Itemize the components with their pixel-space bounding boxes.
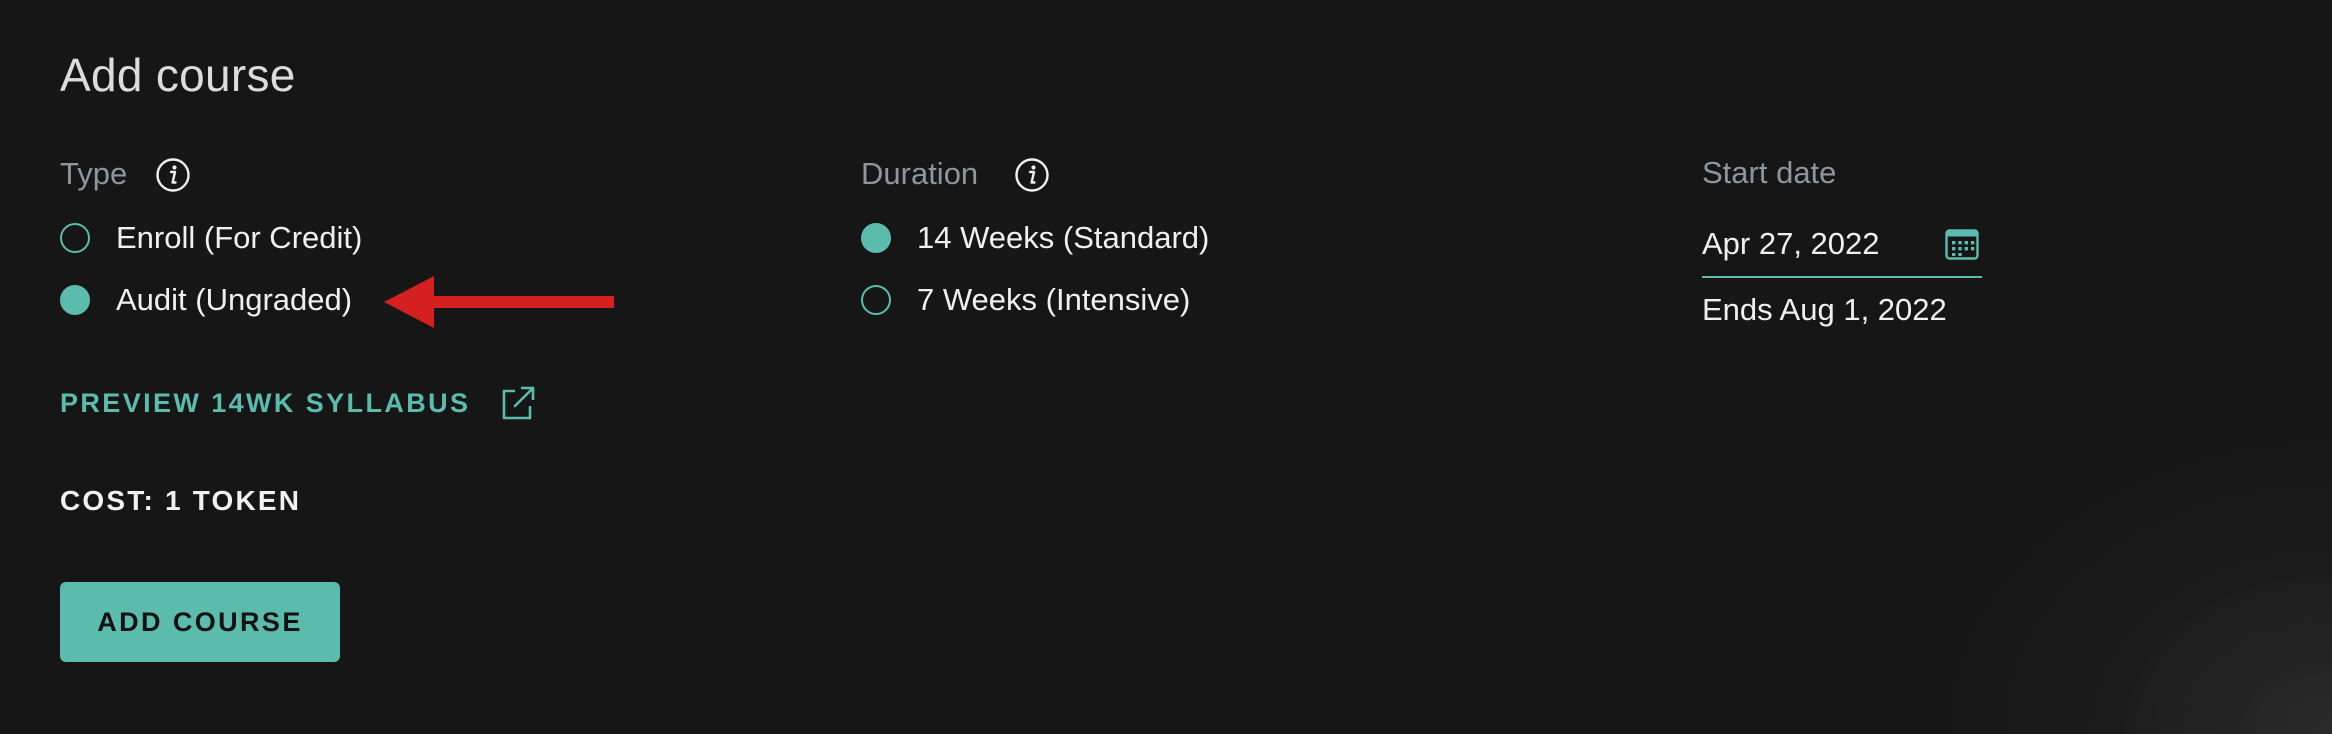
start-date-label: Start date — [1702, 155, 1837, 190]
type-label: Type — [60, 156, 128, 191]
add-course-panel: Add course Type Enroll (For Credit) Audi… — [0, 0, 2332, 734]
radio-enroll[interactable]: Enroll (For Credit) — [60, 220, 362, 256]
add-course-button[interactable]: ADD COURSE — [60, 582, 340, 662]
cost-text: COST: 1 TOKEN — [60, 485, 302, 516]
radio-7-weeks-label: 7 Weeks (Intensive) — [917, 282, 1191, 317]
info-icon[interactable] — [1014, 157, 1050, 193]
calendar-icon[interactable] — [1944, 226, 1980, 262]
radio-audit[interactable]: Audit (Ungraded) — [60, 282, 352, 318]
radio-enroll-circle[interactable] — [60, 223, 90, 253]
preview-syllabus-link[interactable]: PREVIEW 14WK SYLLABUS — [60, 385, 536, 421]
info-icon[interactable] — [155, 157, 191, 193]
preview-syllabus-label[interactable]: PREVIEW 14WK SYLLABUS — [60, 388, 470, 419]
annotation-arrow — [384, 276, 614, 328]
duration-label: Duration — [861, 156, 979, 191]
radio-7-weeks-circle[interactable] — [861, 285, 891, 315]
radio-enroll-label: Enroll (For Credit) — [116, 220, 363, 255]
radio-7-weeks[interactable]: 7 Weeks (Intensive) — [861, 282, 1190, 318]
external-link-icon[interactable] — [500, 385, 536, 421]
page-title: Add course — [60, 49, 296, 101]
end-date-text: Ends Aug 1, 2022 — [1702, 292, 1947, 327]
corner-shade — [1912, 414, 2332, 734]
radio-audit-label: Audit (Ungraded) — [116, 282, 353, 317]
start-date-input[interactable]: Apr 27, 2022 — [1702, 216, 1982, 278]
radio-14-weeks[interactable]: 14 Weeks (Standard) — [861, 220, 1209, 256]
start-date-value: Apr 27, 2022 — [1702, 226, 1880, 261]
radio-14-weeks-circle[interactable] — [861, 223, 891, 253]
radio-14-weeks-label: 14 Weeks (Standard) — [917, 220, 1210, 255]
radio-audit-circle[interactable] — [60, 285, 90, 315]
